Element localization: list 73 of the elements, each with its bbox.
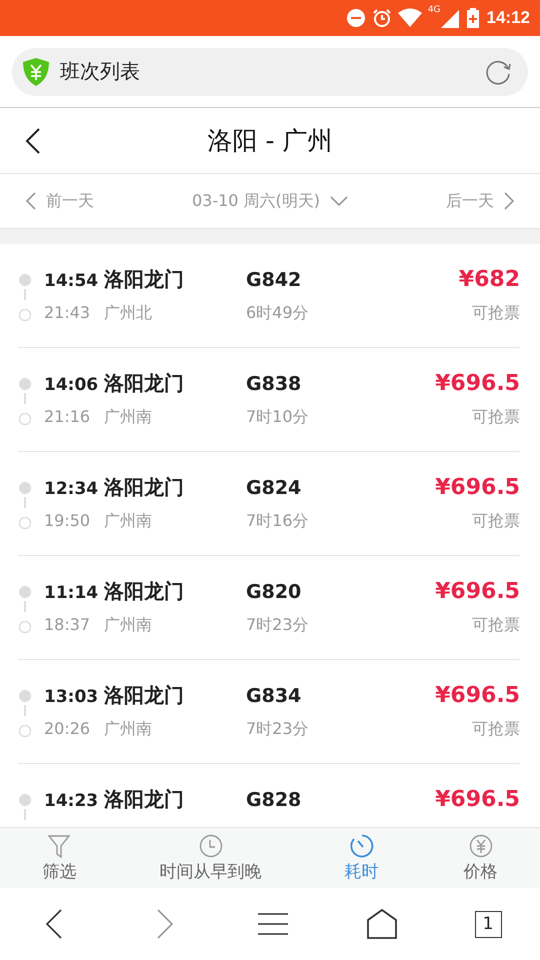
route-title: 洛阳 - 广州 bbox=[208, 125, 332, 157]
train-number: G834 bbox=[246, 685, 302, 707]
chevron-right-icon bbox=[504, 192, 514, 210]
ticket-status: 可抢票 bbox=[471, 615, 520, 636]
ticket-status: 可抢票 bbox=[471, 719, 520, 740]
shield-icon bbox=[22, 56, 50, 86]
train-number: G828 bbox=[246, 789, 302, 811]
battery-icon bbox=[466, 8, 479, 28]
departure-time: 14:06 bbox=[44, 375, 100, 395]
train-row[interactable]: 11:14 洛阳龙门 G820 ¥696.5 18:37 广州南 7时23分 可抢票 bbox=[18, 556, 520, 660]
back-icon[interactable] bbox=[25, 126, 41, 154]
ticket-price: ¥696.5 bbox=[435, 579, 520, 604]
filter-icon bbox=[47, 834, 72, 858]
departure-time: 14:23 bbox=[44, 791, 100, 811]
trip-duration: 7时23分 bbox=[246, 615, 310, 636]
page-title: 班次列表 bbox=[60, 58, 141, 85]
address-bar[interactable]: 班次列表 bbox=[12, 48, 528, 96]
arrival-station: 广州南 bbox=[104, 511, 153, 532]
train-row[interactable]: 14:54 洛阳龙门 G842 ¥682 21:43 广州北 6时49分 可抢票 bbox=[18, 244, 520, 348]
arrival-time: 20:26 bbox=[44, 719, 92, 738]
departure-time: 13:03 bbox=[44, 687, 100, 707]
ticket-price: ¥696.5 bbox=[435, 683, 520, 708]
ticket-status: 可抢票 bbox=[471, 511, 520, 532]
trip-duration: 7时10分 bbox=[246, 407, 310, 428]
arrival-time: 21:16 bbox=[44, 407, 92, 426]
departure-station: 洛阳龙门 bbox=[104, 370, 185, 397]
train-number: G820 bbox=[246, 581, 302, 603]
arrival-station: 广州南 bbox=[104, 407, 153, 428]
departure-station: 洛阳龙门 bbox=[104, 578, 185, 605]
sort-tab[interactable]: 筛选 bbox=[0, 828, 119, 888]
arrival-station: 广州南 bbox=[104, 615, 153, 636]
departure-time: 11:14 bbox=[44, 583, 100, 603]
tab-count-button[interactable]: 1 bbox=[474, 910, 502, 938]
clock-icon bbox=[198, 834, 223, 858]
clock-time: 14:12 bbox=[486, 8, 530, 28]
ticket-price: ¥696.5 bbox=[435, 475, 520, 500]
train-number: G838 bbox=[246, 373, 302, 395]
ticket-price: ¥696.5 bbox=[435, 371, 520, 396]
departure-station: 洛阳龙门 bbox=[104, 786, 185, 813]
train-row[interactable]: 12:34 洛阳龙门 G824 ¥696.5 19:50 广州南 7时16分 可抢票 bbox=[18, 452, 520, 556]
arrival-station: 广州北 bbox=[104, 303, 153, 324]
sort-tab[interactable]: 时间从早到晚 bbox=[118, 828, 302, 888]
signal-icon bbox=[440, 8, 461, 28]
ticket-status: 可抢票 bbox=[471, 407, 520, 428]
departure-station: 洛阳龙门 bbox=[104, 682, 185, 709]
departure-time: 12:34 bbox=[44, 479, 100, 499]
ticket-status: 可抢票 bbox=[471, 303, 520, 324]
departure-station: 洛阳龙门 bbox=[104, 266, 185, 293]
trip-duration: 7时23分 bbox=[246, 719, 310, 740]
network-type: 4G bbox=[428, 5, 441, 15]
sort-tab[interactable]: 价格 bbox=[421, 828, 540, 888]
ticket-price: ¥696.5 bbox=[435, 787, 520, 812]
arrival-time: 21:43 bbox=[44, 303, 92, 322]
home-icon[interactable] bbox=[366, 908, 398, 940]
train-number: G824 bbox=[246, 477, 302, 499]
arrival-station: 广州南 bbox=[104, 719, 153, 740]
arrival-time: 19:50 bbox=[44, 511, 92, 530]
alarm-icon bbox=[372, 8, 392, 28]
chevron-left-icon bbox=[26, 192, 36, 210]
train-row[interactable]: 14:06 洛阳龙门 G838 ¥696.5 21:16 广州南 7时10分 可抢票 bbox=[18, 348, 520, 452]
departure-time: 14:54 bbox=[44, 271, 100, 291]
departure-station: 洛阳龙门 bbox=[104, 474, 185, 501]
trip-duration: 6时49分 bbox=[246, 303, 310, 324]
yen-icon bbox=[468, 834, 492, 858]
chevron-down-icon bbox=[330, 196, 348, 206]
trip-duration: 7时16分 bbox=[246, 511, 310, 532]
train-row[interactable]: 13:03 洛阳龙门 G834 ¥696.5 20:26 广州南 7时23分 可抢票 bbox=[18, 660, 520, 764]
train-number: G842 bbox=[246, 269, 302, 291]
arrival-time: 18:37 bbox=[44, 615, 92, 634]
ticket-price: ¥682 bbox=[458, 267, 520, 292]
wifi-icon bbox=[398, 8, 422, 28]
timer-icon bbox=[350, 834, 374, 858]
do-not-disturb-icon bbox=[346, 8, 366, 28]
